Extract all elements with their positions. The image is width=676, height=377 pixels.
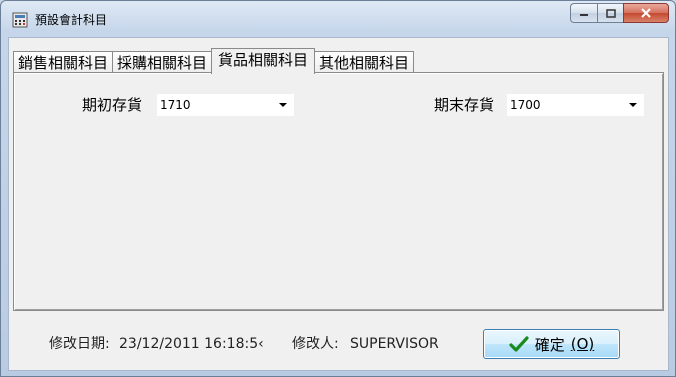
tab-sales-accounts[interactable]: 銷售相關科目 — [13, 51, 114, 74]
confirm-button[interactable]: 確定 (O) — [483, 329, 620, 359]
closing-inventory-value: 1700 — [510, 98, 541, 112]
tab-purchase-accounts[interactable]: 採購相關科目 — [112, 51, 213, 74]
dialog-window: 預設會計科目 銷售相關科目 採購相關科目 貨品相關科目 其他相關科目 期初存貨 … — [0, 0, 676, 377]
tab-goods-accounts[interactable]: 貨品相關科目 — [211, 48, 316, 74]
minimize-icon — [580, 14, 588, 16]
close-button[interactable] — [623, 3, 669, 23]
confirm-button-shortcut: (O) — [570, 335, 595, 353]
status-row: 修改日期: 23/12/2011 16:18:5‹ 修改人: SUPERVISO… — [9, 324, 670, 364]
window-title: 預設會計科目 — [35, 13, 108, 27]
opening-inventory-select[interactable]: 1710 — [157, 94, 294, 116]
calculator-icon — [12, 12, 28, 28]
minimize-button[interactable] — [570, 3, 597, 23]
title-bar[interactable]: 預設會計科目 — [1, 1, 675, 37]
modified-by-value: SUPERVISOR — [350, 336, 439, 352]
checkmark-icon — [509, 336, 529, 352]
close-icon — [641, 8, 651, 18]
modified-date-label: 修改日期: — [49, 336, 110, 352]
modified-by-label: 修改人: — [292, 336, 339, 352]
closing-inventory-label: 期末存貨 — [434, 96, 495, 114]
tab-other-accounts[interactable]: 其他相關科目 — [314, 51, 415, 74]
maximize-icon — [605, 8, 616, 18]
caption-buttons — [570, 3, 669, 25]
dialog-client-area: 銷售相關科目 採購相關科目 貨品相關科目 其他相關科目 期初存貨 1710 期末… — [8, 37, 669, 371]
tab-strip: 銷售相關科目 採購相關科目 貨品相關科目 其他相關科目 — [13, 48, 415, 74]
opening-inventory-value: 1710 — [160, 98, 191, 112]
opening-inventory-label: 期初存貨 — [82, 96, 143, 114]
closing-inventory-select[interactable]: 1700 — [507, 94, 644, 116]
maximize-button[interactable] — [597, 3, 623, 23]
chevron-down-icon[interactable] — [629, 103, 637, 107]
confirm-button-label: 確定 — [534, 335, 565, 354]
chevron-down-icon[interactable] — [279, 103, 287, 107]
tab-panel-goods: 期初存貨 1710 期末存貨 1700 — [13, 72, 664, 311]
modified-date-value: 23/12/2011 16:18:5‹ — [119, 336, 264, 352]
